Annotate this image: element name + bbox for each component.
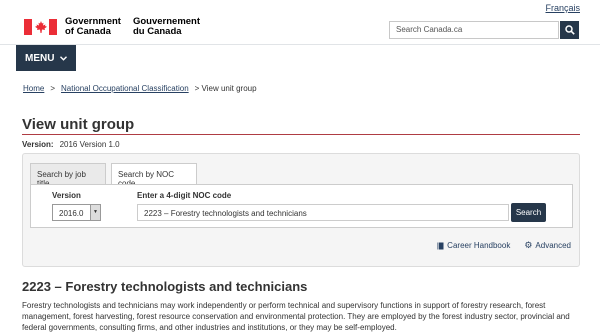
- noc-search-form: Version Enter a 4-digit NOC code 2016.0 …: [30, 184, 573, 228]
- version-value: 2016 Version 1.0: [59, 140, 120, 149]
- breadcrumb-current-label: View unit group: [201, 84, 257, 93]
- noc-search-button[interactable]: Search: [511, 203, 546, 222]
- unit-group-title: 2223 – Forestry technologists and techni…: [22, 279, 308, 294]
- brand-french: Gouvernement du Canada: [133, 17, 200, 37]
- chevron-down-icon: [60, 54, 68, 63]
- menu-label: MENU: [25, 52, 55, 64]
- site-search-input[interactable]: Search Canada.ca: [389, 21, 559, 39]
- panel-links: Career Handbook ⚙ Advanced: [437, 240, 571, 251]
- page-title: View unit group: [22, 116, 135, 133]
- magnifier-icon: [564, 25, 575, 35]
- breadcrumb-separator: >: [194, 84, 200, 93]
- brand-english: Government of Canada: [65, 17, 121, 37]
- brand-en-line2: of Canada: [65, 26, 111, 37]
- breadcrumb-home-link[interactable]: Home: [23, 84, 44, 93]
- canada-flag-icon: [24, 19, 57, 35]
- breadcrumb-separator: >: [50, 84, 56, 93]
- advanced-label: Advanced: [535, 241, 571, 250]
- government-of-canada-signature[interactable]: Government of Canada Gouvernement du Can…: [24, 17, 212, 37]
- breadcrumb: Home > National Occupational Classificat…: [23, 84, 257, 93]
- version-select[interactable]: 2016.0 ▼: [52, 204, 101, 221]
- advanced-search-link[interactable]: ⚙ Advanced: [524, 240, 571, 251]
- tab-search-by-job-title[interactable]: Search by job title: [30, 163, 106, 188]
- menu-button[interactable]: MENU: [16, 45, 76, 71]
- header-divider: [0, 44, 600, 45]
- noc-code-input[interactable]: 2223 – Forestry technologists and techni…: [137, 204, 509, 221]
- breadcrumb-current: > View unit group: [195, 84, 257, 93]
- title-underline: [22, 134, 580, 135]
- noc-search-panel: Search by job title Search by NOC code V…: [22, 153, 580, 267]
- career-handbook-label: Career Handbook: [447, 241, 511, 250]
- version-select-value: 2016.0: [59, 209, 84, 218]
- version-label: Version:: [22, 140, 54, 149]
- version-line: Version: 2016 Version 1.0: [22, 140, 120, 149]
- breadcrumb-noc-link[interactable]: National Occupational Classification: [61, 84, 189, 93]
- brand-fr-line2: du Canada: [132, 26, 182, 37]
- select-arrow-icon: ▼: [90, 205, 100, 220]
- tab-search-by-noc-code[interactable]: Search by NOC code: [111, 163, 197, 188]
- site-search-button[interactable]: [560, 21, 579, 39]
- unit-group-description: Forestry technologists and technicians m…: [22, 301, 570, 332]
- career-handbook-link[interactable]: Career Handbook: [437, 240, 510, 251]
- version-select-label: Version: [52, 191, 81, 200]
- gear-icon: ⚙: [524, 240, 533, 250]
- language-toggle-link[interactable]: Français: [545, 3, 580, 13]
- book-icon: [437, 242, 444, 249]
- noc-code-label: Enter a 4-digit NOC code: [137, 191, 232, 200]
